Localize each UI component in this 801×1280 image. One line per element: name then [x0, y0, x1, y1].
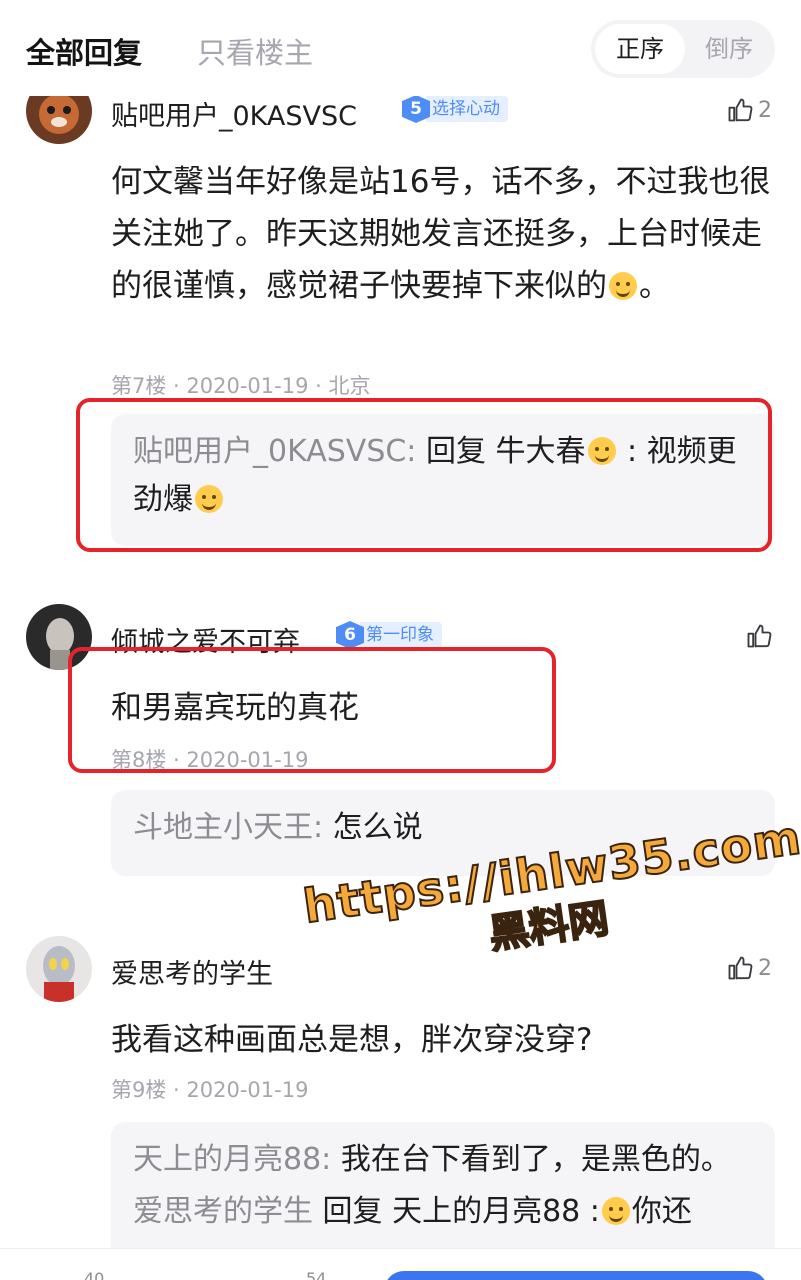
tab-op-only[interactable]: 只看楼主 — [197, 30, 313, 72]
comment-username[interactable]: 贴吧用户_0KASVSC — [111, 94, 357, 133]
sort-descending-button[interactable]: 倒序 — [687, 24, 771, 74]
reply-username[interactable]: 贴吧用户_0KASVSC: — [133, 434, 416, 469]
floor-number: 第7楼 — [111, 374, 167, 398]
thumbs-up-icon — [728, 956, 753, 980]
level-name: 第一印象 — [360, 622, 442, 648]
like-button[interactable]: 2 — [726, 96, 772, 124]
comment-meta: 第7楼 · 2020-01-19 · 北京 — [111, 374, 371, 398]
bottom-action-bar: 40 54 — [0, 1248, 801, 1280]
halo-emoji-icon — [587, 437, 616, 465]
comment-meta: 第9楼 · 2020-01-19 — [111, 1078, 309, 1102]
comment-date: 2020-01-19 — [186, 1078, 309, 1102]
comment-content: 和男嘉宾玩的真花 — [111, 690, 359, 726]
bottom-count-left[interactable]: 40 — [84, 1269, 104, 1280]
grin-emoji-icon — [609, 272, 637, 300]
avatar[interactable] — [26, 936, 92, 1002]
floor-number: 第9楼 — [111, 1078, 167, 1102]
avatar[interactable] — [26, 604, 92, 670]
level-badge: 6 第一印象 — [336, 620, 442, 650]
level-name: 选择心动 — [426, 96, 508, 122]
comment-meta: 第8楼 · 2020-01-19 — [111, 748, 309, 772]
sort-ascending-button[interactable]: 正序 — [595, 24, 685, 74]
sub-reply-box[interactable]: 贴吧用户_0KASVSC: 回复 牛大春 : 视频更劲爆 — [111, 414, 775, 546]
floor-number: 第8楼 — [111, 748, 167, 772]
comment-location: 北京 — [328, 374, 371, 398]
thumbs-up-icon — [728, 98, 753, 122]
sub-reply-box[interactable]: 斗地主小天王: 怎么说 — [111, 790, 775, 876]
like-count: 2 — [758, 955, 772, 981]
like-count: 2 — [758, 97, 772, 123]
comment-username[interactable]: 倾城之爱不可弃 — [111, 620, 300, 659]
tab-all-replies[interactable]: 全部回复 — [26, 30, 142, 72]
comment-date: 2020-01-19 — [186, 374, 309, 398]
like-button[interactable]: 2 — [726, 954, 772, 982]
bottom-count-mid[interactable]: 54 — [306, 1269, 326, 1280]
reply-button[interactable] — [384, 1271, 768, 1280]
peek-emoji-icon — [195, 485, 223, 513]
like-button[interactable] — [745, 622, 777, 650]
comment-content: 我看这种画面总是想，胖次穿没穿? — [111, 1022, 593, 1058]
filter-bar: 全部回复 只看楼主 正序 倒序 — [0, 0, 801, 96]
reply-username[interactable]: 爱思考的学生 — [133, 1194, 313, 1229]
comment-username[interactable]: 爱思考的学生 — [111, 952, 273, 991]
grin-emoji-icon — [601, 1197, 630, 1225]
comment-date: 2020-01-19 — [186, 748, 309, 772]
thumbs-up-icon — [747, 624, 772, 648]
reply-username[interactable]: 斗地主小天王: — [133, 810, 323, 845]
comment-content: 何文馨当年好像是站16号，话不多，不过我也很关注她了。昨天这期她发言还挺多，上台… — [111, 164, 771, 304]
reply-username[interactable]: 天上的月亮88: — [133, 1142, 331, 1177]
level-badge: 5 选择心动 — [402, 94, 508, 124]
sort-order-toggle: 正序 倒序 — [591, 20, 775, 78]
